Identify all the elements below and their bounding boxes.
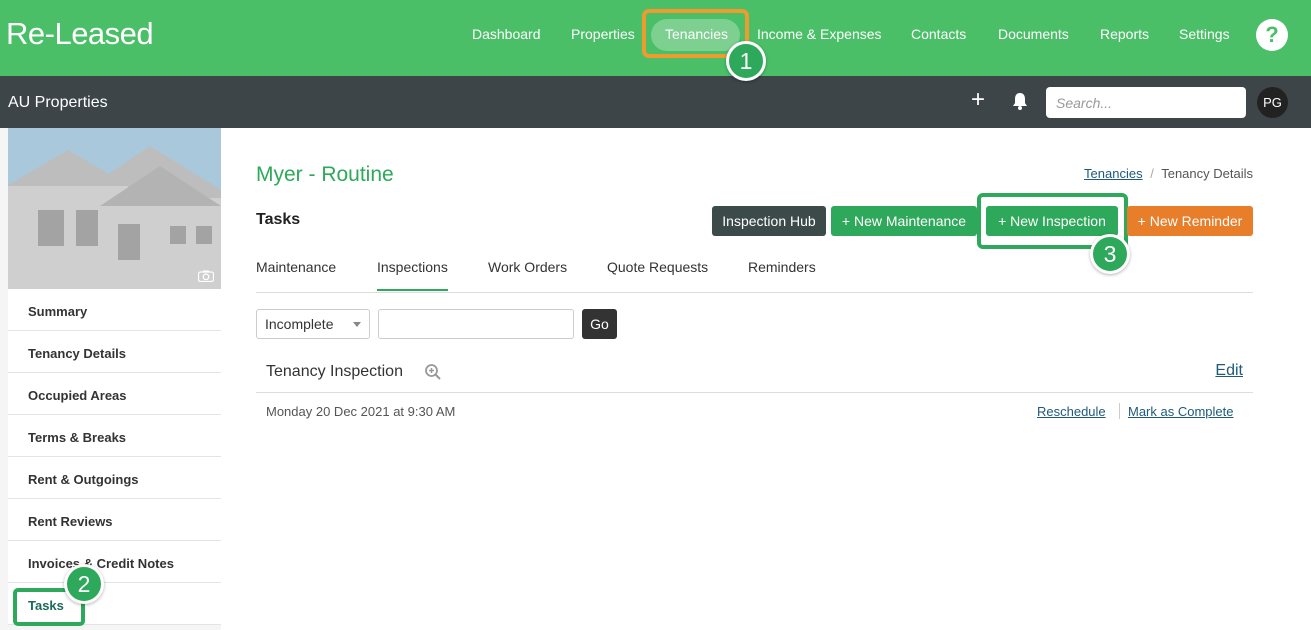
nav-contacts[interactable]: Contacts <box>911 26 966 42</box>
status-filter-value: Incomplete <box>265 316 334 332</box>
organisation-name: AU Properties <box>8 94 108 111</box>
step-badge-1: 1 <box>726 41 766 81</box>
inspection-date: Monday 20 Dec 2021 at 9:30 AM <box>266 404 456 419</box>
nav-tenancies[interactable]: Tenancies <box>665 26 728 42</box>
edit-link[interactable]: Edit <box>1215 362 1243 380</box>
sidebar-item-rent-outgoings[interactable]: Rent & Outgoings <box>8 457 221 499</box>
new-reminder-button[interactable]: + New Reminder <box>1127 206 1253 236</box>
status-filter-select[interactable]: Incomplete <box>256 309 370 339</box>
step-badge-2: 2 <box>64 564 104 604</box>
filter-text-input[interactable] <box>378 309 574 339</box>
tab-quote-requests[interactable]: Quote Requests <box>607 259 708 275</box>
tab-inspections[interactable]: Inspections <box>377 259 448 291</box>
reschedule-link[interactable]: Reschedule <box>1037 404 1106 419</box>
search-input[interactable] <box>1046 87 1246 118</box>
nav-settings[interactable]: Settings <box>1179 26 1230 42</box>
go-button[interactable]: Go <box>582 309 617 339</box>
mark-complete-link[interactable]: Mark as Complete <box>1128 404 1233 419</box>
house-placeholder-icon <box>8 128 221 289</box>
tab-reminders[interactable]: Reminders <box>748 259 816 275</box>
step-badge-3: 3 <box>1090 234 1130 274</box>
camera-icon[interactable] <box>198 270 214 282</box>
breadcrumb-tenancies-link[interactable]: Tenancies <box>1084 166 1143 181</box>
tab-work-orders[interactable]: Work Orders <box>488 259 567 275</box>
nav-properties[interactable]: Properties <box>571 26 635 42</box>
new-inspection-button[interactable]: + New Inspection <box>986 206 1118 236</box>
link-divider <box>1119 403 1120 419</box>
property-photo <box>8 128 221 289</box>
new-maintenance-button[interactable]: + New Maintenance <box>831 206 977 236</box>
bell-icon[interactable] <box>1010 91 1030 111</box>
sidebar-item-invoices-credit-notes[interactable]: Invoices & Credit Notes <box>8 541 221 583</box>
inspection-name: Tenancy Inspection <box>266 363 403 380</box>
tab-maintenance[interactable]: Maintenance <box>256 259 336 275</box>
sidebar-item-tenancy-details[interactable]: Tenancy Details <box>8 331 221 373</box>
nav-reports[interactable]: Reports <box>1100 26 1149 42</box>
zoom-in-icon[interactable] <box>424 363 442 381</box>
breadcrumb: Tenancies / Tenancy Details <box>1084 166 1253 181</box>
sidebar-item-rent-reviews[interactable]: Rent Reviews <box>8 499 221 541</box>
help-icon[interactable]: ? <box>1256 19 1288 51</box>
user-avatar[interactable]: PG <box>1257 87 1288 118</box>
nav-dashboard[interactable]: Dashboard <box>472 26 541 42</box>
breadcrumb-separator: / <box>1150 166 1154 181</box>
breadcrumb-current: Tenancy Details <box>1161 166 1253 181</box>
page-title: Myer - Routine <box>256 163 394 186</box>
nav-income-expenses[interactable]: Income & Expenses <box>757 26 882 42</box>
nav-documents[interactable]: Documents <box>998 26 1069 42</box>
chevron-down-icon <box>353 322 361 327</box>
section-title: Tasks <box>256 211 301 228</box>
inspection-row-header: Tenancy Inspection Edit <box>256 350 1253 393</box>
sidebar-item-occupied-areas[interactable]: Occupied Areas <box>8 373 221 415</box>
sidebar-menu: Summary Tenancy Details Occupied Areas T… <box>8 289 221 625</box>
sidebar-item-terms-breaks[interactable]: Terms & Breaks <box>8 415 221 457</box>
app-logo[interactable]: Re-Leased <box>6 16 154 52</box>
sidebar-item-summary[interactable]: Summary <box>8 289 221 331</box>
inspection-hub-button[interactable]: Inspection Hub <box>712 206 826 236</box>
add-icon[interactable]: + <box>968 88 988 112</box>
